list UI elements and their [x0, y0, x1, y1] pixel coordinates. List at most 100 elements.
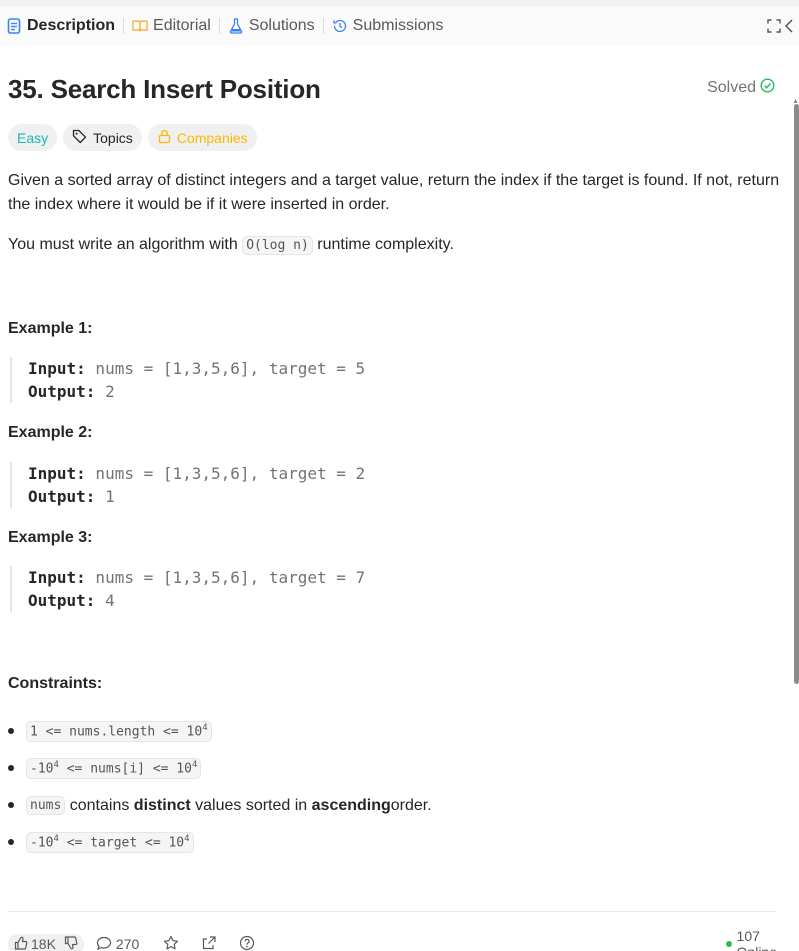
comments-button[interactable]: 270 [96, 936, 139, 951]
book-icon [132, 18, 148, 34]
input-label: Input: [28, 359, 86, 378]
online-indicator: 107 Online [726, 928, 799, 951]
topics-button[interactable]: Topics [63, 124, 142, 151]
constraint-text: 1 <= nums.length <= 10 [30, 724, 203, 740]
online-dot-icon [726, 941, 732, 947]
problem-description-panel: 35. Search Insert Position Solved Easy T… [0, 46, 799, 951]
example-input-line: Input: nums = [1,3,5,6], target = 2 [28, 462, 410, 485]
check-circle-icon [756, 78, 775, 98]
output-label: Output: [28, 487, 96, 506]
inline-code: O(log n) [242, 236, 313, 255]
scrollbar-thumb[interactable] [794, 104, 799, 684]
example-output-line: Output: 1 [28, 485, 410, 508]
example-heading: Example 1: [8, 320, 93, 337]
example-block: Input: nums = [1,3,5,6], target = 5 Outpu… [10, 357, 410, 403]
help-button[interactable] [239, 935, 255, 951]
divider [8, 911, 776, 912]
tag-pills: Easy Topics Companies [8, 124, 257, 151]
tab-solutions[interactable]: Solutions [220, 6, 323, 46]
comment-count: 270 [115, 936, 140, 951]
collapse-panel-icon[interactable] [785, 6, 799, 46]
output-label: Output: [28, 591, 96, 610]
example-block: Input: nums = [1,3,5,6], target = 2 Outpu… [10, 462, 410, 508]
constraint-text: -10 [30, 835, 54, 851]
example-block: Input: nums = [1,3,5,6], target = 7 Outpu… [10, 566, 410, 612]
tab-submissions[interactable]: Submissions [324, 6, 452, 46]
problem-statement: Given a sorted array of distinct integer… [8, 172, 780, 213]
solved-status: Solved [707, 78, 775, 98]
share-button[interactable] [201, 935, 217, 951]
tag-icon [72, 129, 93, 147]
star-icon [163, 935, 179, 951]
thumbs-up-icon [14, 936, 28, 951]
tab-submissions-label: Submissions [352, 17, 444, 34]
constraint-code: -104 <= target <= 104 [26, 832, 194, 853]
constraint-item: nums contains distinct values sorted in … [8, 787, 768, 824]
action-bar: 18K 270 107 Onli [0, 928, 799, 951]
description-icon [6, 18, 22, 34]
like-button[interactable]: 18K [8, 933, 84, 951]
constraint-emphasis: ascending [311, 796, 391, 814]
constraints-heading: Constraints: [8, 675, 103, 692]
input-value: nums = [1,3,5,6], target = 5 [85, 359, 366, 378]
tab-description-label: Description [27, 17, 116, 34]
example-input-line: Input: nums = [1,3,5,6], target = 5 [28, 357, 410, 380]
constraint-item: -104 <= nums[i] <= 104 [8, 750, 768, 787]
complexity-suffix: runtime complexity. [312, 236, 454, 253]
difficulty-badge: Easy [8, 124, 58, 151]
constraint-item: -104 <= target <= 104 [8, 824, 768, 861]
problem-title[interactable]: 35. Search Insert Position [8, 74, 321, 105]
example-input-line: Input: nums = [1,3,5,6], target = 7 [28, 566, 410, 589]
example-output-line: Output: 4 [28, 589, 410, 612]
constraint-emphasis: distinct [133, 796, 191, 814]
tab-bar-actions [763, 6, 799, 46]
question-circle-icon [239, 935, 255, 951]
constraints-list: 1 <= nums.length <= 104 -104 <= nums[i] … [8, 713, 768, 861]
flask-icon [228, 18, 244, 34]
example-heading: Example 2: [8, 424, 93, 441]
companies-label: Companies [176, 129, 248, 146]
tab-bar: Description Editorial Solutions Submissi… [0, 6, 799, 46]
thumbs-down-icon[interactable] [64, 935, 78, 951]
lock-icon [158, 129, 177, 147]
constraint-code: 1 <= nums.length <= 104 [26, 721, 212, 742]
tab-description[interactable]: Description [0, 6, 123, 46]
output-label: Output: [28, 382, 96, 401]
history-icon [332, 18, 348, 34]
input-label: Input: [28, 568, 86, 587]
constraint-code: nums [26, 796, 66, 815]
input-value: nums = [1,3,5,6], target = 7 [85, 568, 366, 587]
output-value: 4 [95, 591, 115, 610]
example-output-line: Output: 2 [28, 380, 410, 403]
constraint-text: <= nums[i] <= 10 [58, 761, 192, 777]
constraint-text: <= target <= 10 [58, 835, 185, 851]
external-link-icon [201, 935, 217, 951]
constraint-text: order. [390, 796, 432, 814]
input-label: Input: [28, 464, 86, 483]
favorite-button[interactable] [163, 935, 179, 951]
exponent: 4 [202, 723, 208, 734]
tab-editorial[interactable]: Editorial [124, 6, 219, 46]
output-value: 2 [95, 382, 115, 401]
input-value: nums = [1,3,5,6], target = 2 [85, 464, 366, 483]
difficulty-label: Easy [17, 129, 49, 146]
output-value: 1 [95, 487, 115, 506]
exponent: 4 [184, 834, 190, 845]
constraint-text: -10 [30, 761, 54, 777]
constraint-code: -104 <= nums[i] <= 104 [26, 758, 202, 779]
tab-editorial-label: Editorial [153, 17, 211, 34]
complexity-prefix: You must write an algorithm with [8, 236, 243, 253]
comment-icon [96, 936, 112, 951]
topics-label: Topics [93, 129, 133, 146]
constraint-text: contains [65, 796, 134, 814]
companies-button[interactable]: Companies [147, 124, 257, 151]
online-count: 107 Online [736, 928, 777, 951]
exponent: 4 [191, 760, 198, 771]
complexity-requirement: You must write an algorithm with O(log n… [8, 233, 454, 258]
tab-solutions-label: Solutions [248, 17, 315, 34]
constraint-text: values sorted in [190, 796, 312, 814]
solved-label: Solved [707, 79, 756, 96]
like-count: 18K [31, 936, 56, 951]
example-heading: Example 3: [8, 529, 93, 546]
fullscreen-icon[interactable] [763, 6, 785, 46]
